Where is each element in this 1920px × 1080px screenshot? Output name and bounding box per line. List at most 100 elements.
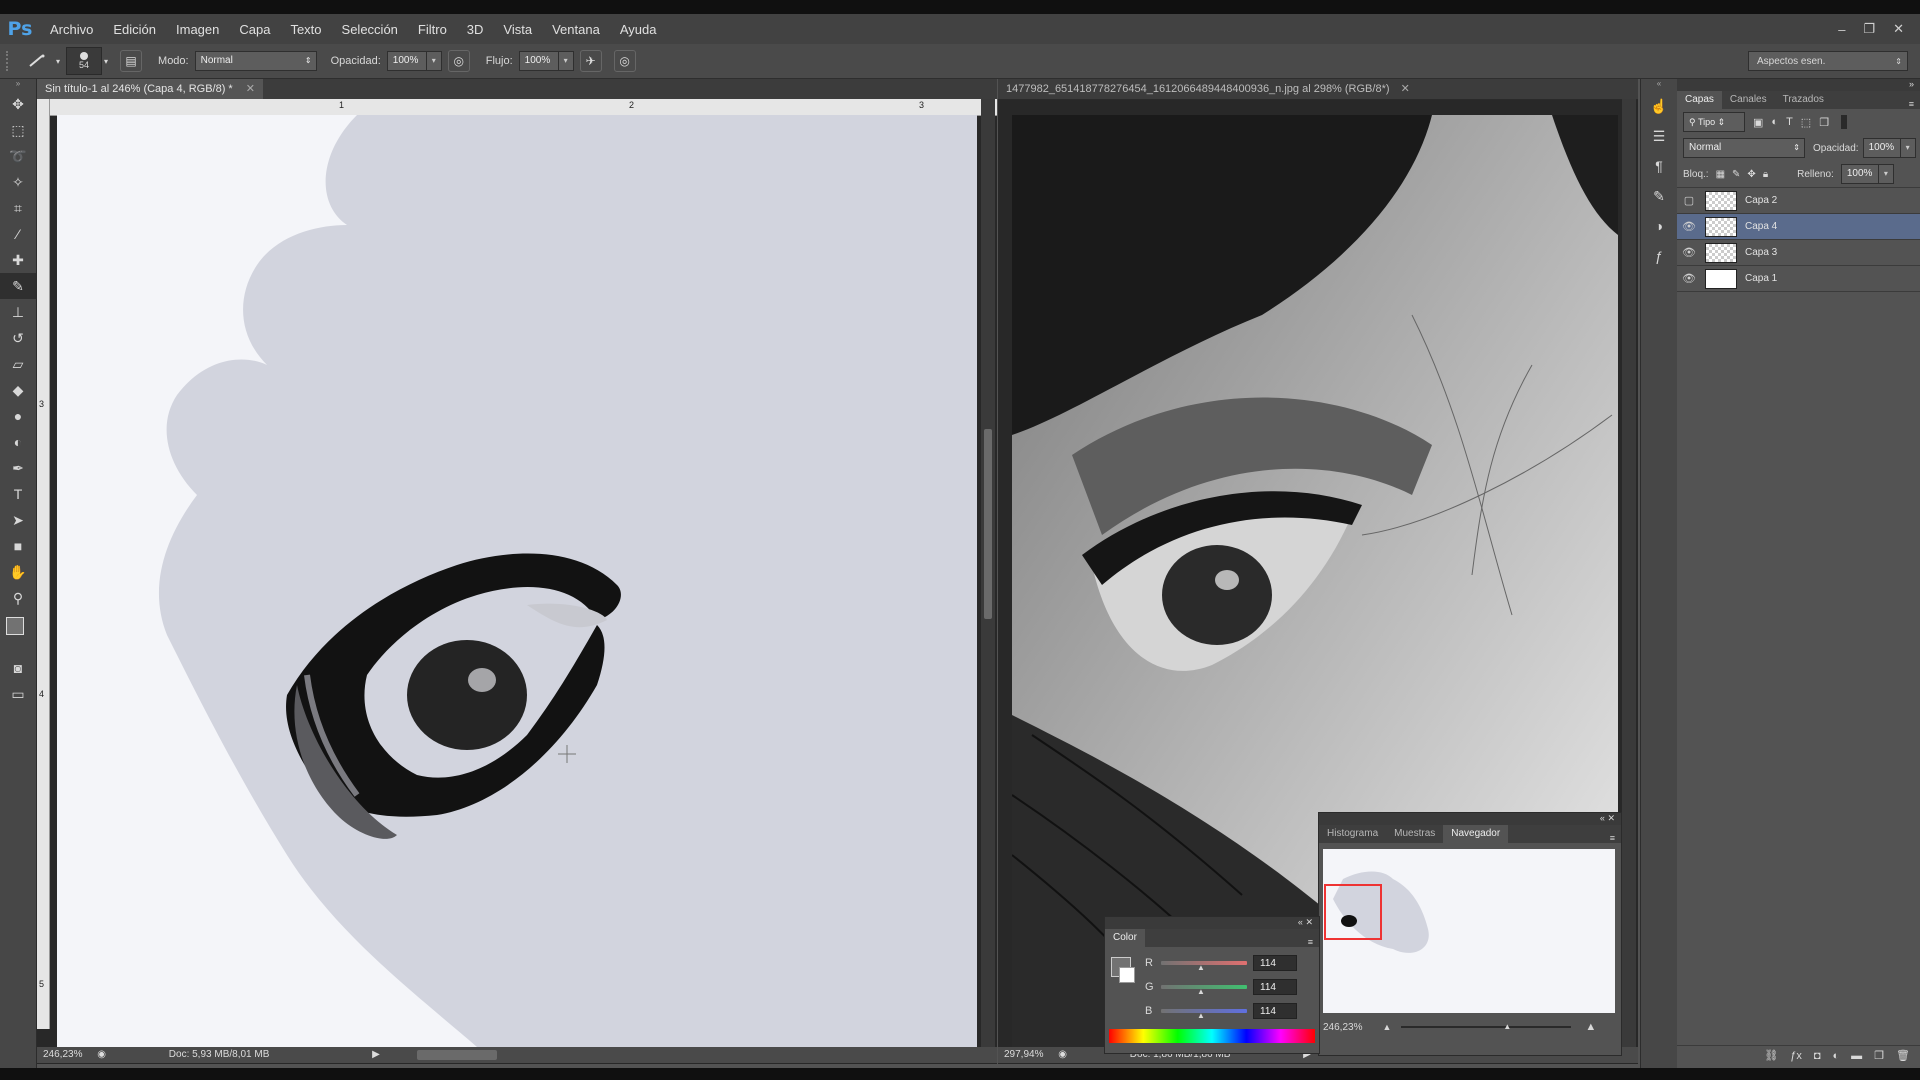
- panel-close-icon[interactable]: ✕: [1607, 813, 1615, 823]
- visibility-off-icon[interactable]: ▢: [1677, 194, 1701, 207]
- clone-stamp-icon[interactable]: ⊥: [0, 299, 36, 325]
- menu-capa[interactable]: Capa: [229, 22, 280, 37]
- airbrush-icon[interactable]: ✈: [579, 50, 602, 72]
- filter-smart-icon[interactable]: ❐: [1819, 116, 1829, 129]
- crop-tool-icon[interactable]: ⌗: [0, 195, 36, 221]
- layer-row-capa-1[interactable]: 👁︎ Capa 1: [1677, 266, 1920, 292]
- panel-collapse-icon[interactable]: »: [1909, 79, 1914, 89]
- menu-ayuda[interactable]: Ayuda: [610, 22, 667, 37]
- panel-menu-icon[interactable]: ≡: [1909, 99, 1920, 109]
- menu-ventana[interactable]: Ventana: [542, 22, 610, 37]
- eye-icon[interactable]: 👁︎: [1677, 246, 1701, 259]
- strip-collapse-icon[interactable]: «: [1641, 79, 1677, 91]
- doc1-horizontal-scroll-thumb[interactable]: [417, 1050, 497, 1060]
- pressure-opacity-icon[interactable]: ◎: [447, 50, 470, 72]
- doc2-vertical-scrollbar[interactable]: [1622, 99, 1636, 1047]
- doc2-close-icon[interactable]: ✕: [1401, 83, 1410, 95]
- brush-preset-icon[interactable]: [24, 51, 50, 71]
- layer-name[interactable]: Capa 3: [1745, 247, 1777, 258]
- g-value-input[interactable]: 114: [1253, 979, 1297, 995]
- brush-preset-chevron-icon[interactable]: ▾: [56, 57, 60, 66]
- pressure-size-icon[interactable]: ◎: [613, 50, 636, 72]
- rectangle-tool-icon[interactable]: ■: [0, 533, 36, 559]
- doc2-zoom-value[interactable]: 297,94%: [1004, 1049, 1043, 1060]
- color-spectrum[interactable]: [1109, 1029, 1315, 1043]
- styles-panel-icon[interactable]: ƒ: [1641, 241, 1677, 271]
- properties-panel-icon[interactable]: ☰: [1641, 121, 1677, 151]
- brush-panel-icon[interactable]: ✎: [1641, 181, 1677, 211]
- menu-texto[interactable]: Texto: [280, 22, 331, 37]
- link-layers-icon[interactable]: ⛓: [1764, 1049, 1778, 1062]
- filter-type-icon[interactable]: T: [1786, 116, 1793, 128]
- menu-archivo[interactable]: Archivo: [40, 22, 103, 37]
- lasso-tool-icon[interactable]: ➰: [0, 143, 36, 169]
- panel-collapse-icon[interactable]: «: [1600, 813, 1605, 823]
- layer-name[interactable]: Capa 4: [1745, 221, 1777, 232]
- menu-seleccion[interactable]: Selección: [332, 22, 408, 37]
- options-grip[interactable]: [6, 51, 18, 71]
- menu-filtro[interactable]: Filtro: [408, 22, 457, 37]
- zoom-tool-icon[interactable]: ⚲: [0, 585, 36, 611]
- screen-mode-icon[interactable]: ▭: [0, 681, 36, 707]
- doc1-close-icon[interactable]: ✕: [246, 83, 255, 95]
- layer-name[interactable]: Capa 2: [1745, 195, 1777, 206]
- navigator-zoom-slider[interactable]: ▲: [1401, 1022, 1572, 1031]
- filter-shape-icon[interactable]: ⬚: [1801, 116, 1811, 129]
- flow-input[interactable]: 100%: [518, 51, 559, 71]
- new-adjustment-icon[interactable]: ◐: [1833, 1050, 1840, 1062]
- type-tool-icon[interactable]: T: [0, 481, 36, 507]
- flow-slider-toggle-icon[interactable]: ▾: [558, 51, 574, 71]
- blur-tool-icon[interactable]: ●: [0, 403, 36, 429]
- layer-blend-select[interactable]: Normal ⇕: [1683, 138, 1805, 158]
- tab-histograma[interactable]: Histograma: [1319, 825, 1386, 843]
- brush-tool-icon[interactable]: ✎: [0, 273, 36, 299]
- brush-size-chevron-icon[interactable]: ▾: [104, 57, 108, 66]
- doc1-status-arrow-icon[interactable]: ▶: [372, 1049, 380, 1060]
- layer-row-capa-3[interactable]: 👁︎ Capa 3: [1677, 240, 1920, 266]
- b-slider-handle-icon[interactable]: ▲: [1197, 1011, 1205, 1020]
- eyedropper-icon[interactable]: ⁄: [0, 221, 36, 247]
- layer-mask-icon[interactable]: ◘: [1814, 1050, 1821, 1062]
- b-value-input[interactable]: 114: [1253, 1003, 1297, 1019]
- close-icon[interactable]: ✕: [1893, 21, 1904, 37]
- mode-select[interactable]: Normal ⇕: [194, 51, 317, 71]
- doc1-tab[interactable]: Sin título-1 al 246% (Capa 4, RGB/8) * ✕: [37, 79, 263, 99]
- toolbar-collapse-icon[interactable]: »: [0, 79, 36, 91]
- quick-mask-icon[interactable]: ◙: [0, 655, 36, 681]
- layer-row-capa-2[interactable]: ▢ Capa 2: [1677, 188, 1920, 214]
- zoom-out-icon[interactable]: ▲: [1382, 1022, 1391, 1032]
- eye-icon[interactable]: 👁︎: [1677, 272, 1701, 285]
- color-bg-swatch[interactable]: [1119, 967, 1135, 983]
- layer-style-icon[interactable]: ƒx: [1790, 1050, 1802, 1062]
- r-slider-handle-icon[interactable]: ▲: [1197, 963, 1205, 972]
- paint-bucket-icon[interactable]: ◆: [0, 377, 36, 403]
- doc2-status-icon[interactable]: ◉: [1058, 1049, 1067, 1060]
- layer-filter-select[interactable]: ⚲ Tipo ⇕: [1683, 112, 1745, 132]
- brush-panel-toggle-icon[interactable]: ▤: [120, 50, 143, 72]
- eraser-icon[interactable]: ▱: [0, 351, 36, 377]
- tab-trazados[interactable]: Trazados: [1775, 91, 1832, 109]
- doc1-canvas[interactable]: [57, 115, 977, 1047]
- panel-menu-icon[interactable]: ≡: [1308, 937, 1319, 947]
- layer-name[interactable]: Capa 1: [1745, 273, 1777, 284]
- filter-toggle[interactable]: [1841, 115, 1848, 129]
- marquee-tool-icon[interactable]: ⬚: [0, 117, 36, 143]
- panel-menu-icon[interactable]: ≡: [1610, 833, 1621, 843]
- menu-vista[interactable]: Vista: [493, 22, 542, 37]
- opacity-slider-toggle-icon[interactable]: ▾: [426, 51, 442, 71]
- doc2-tab[interactable]: 1477982_651418778276454_1612066489448400…: [998, 79, 1418, 99]
- lock-position-icon[interactable]: ✥: [1747, 169, 1755, 180]
- new-layer-icon[interactable]: ❐: [1874, 1049, 1884, 1062]
- menu-3d[interactable]: 3D: [457, 22, 494, 37]
- layer-fill-input[interactable]: 100%: [1840, 164, 1879, 184]
- doc1-status-icon[interactable]: ◉: [97, 1049, 106, 1060]
- doc1-scroll-thumb[interactable]: [984, 429, 992, 619]
- history-panel-icon[interactable]: ☝: [1641, 91, 1677, 121]
- paragraph-panel-icon[interactable]: ¶: [1641, 151, 1677, 181]
- magic-wand-icon[interactable]: ✧: [0, 169, 36, 195]
- foreground-color-swatch[interactable]: [6, 617, 24, 635]
- doc1-zoom-value[interactable]: 246,23%: [43, 1049, 82, 1060]
- tab-navegador[interactable]: Navegador: [1443, 825, 1509, 843]
- layer-opacity-chevron-icon[interactable]: ▾: [1900, 138, 1916, 158]
- r-value-input[interactable]: 114: [1253, 955, 1297, 971]
